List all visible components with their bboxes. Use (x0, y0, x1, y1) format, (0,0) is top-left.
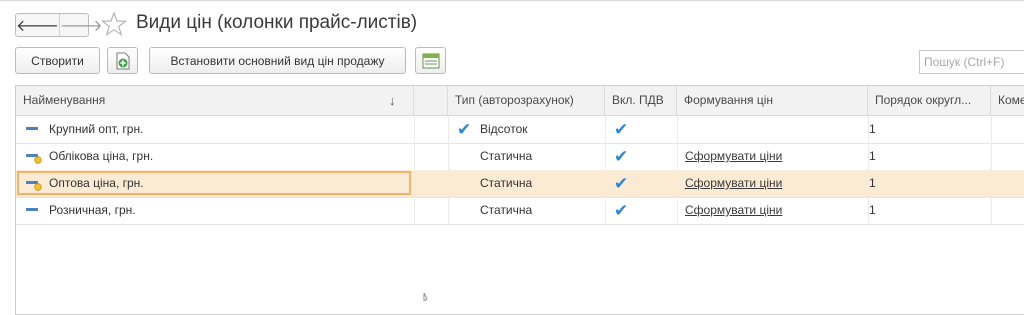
vat-included-check-icon: ✔ (614, 201, 629, 220)
column-divider (677, 197, 678, 224)
copy-add-icon (116, 52, 129, 69)
back-arrow-icon: 🡐 (16, 17, 59, 35)
vat-included-check-icon: ✔ (614, 120, 629, 139)
table-row[interactable]: Оптова ціна, грн. Статична ✔ Сформувати цін… (16, 170, 1024, 198)
price-type-kind: Статична (480, 203, 533, 217)
sort-down-icon: ↓ (389, 93, 396, 108)
column-header-rounding[interactable]: Порядок округл... (868, 86, 991, 115)
top-divider (0, 0, 1024, 1)
vat-included-check-icon: ✔ (614, 174, 629, 193)
set-main-price-type-label: Встановити основний вид цін продажу (170, 53, 385, 68)
table-row[interactable]: Крупний опт, грн. ✔ Відсоток ✔ 1 (16, 116, 1024, 144)
price-type-kind: Відсоток (480, 122, 528, 136)
column-divider (677, 116, 678, 143)
price-type-marked-icon (26, 181, 42, 191)
search-input[interactable] (919, 50, 1024, 74)
column-header-marker (414, 86, 448, 115)
price-type-plain-icon (26, 208, 38, 211)
table-settings-icon (422, 53, 439, 68)
vat-included-check-icon: ✔ (614, 147, 629, 166)
column-divider (414, 143, 415, 170)
table-row[interactable]: Розничная, грн. Статична ✔ Сформувати ціни 1 (16, 197, 1024, 225)
generate-prices-link[interactable]: Сформувати ціни (685, 197, 782, 224)
type-checkmark-icon: ✔ (457, 120, 472, 139)
column-header-name[interactable]: Найменування (16, 86, 414, 115)
navigation-group: 🡐 🡒 (15, 13, 103, 37)
rounding-order-value: 1 (869, 203, 876, 217)
column-divider (605, 197, 606, 224)
price-type-name: Оптова ціна, грн. (49, 176, 144, 190)
copy-button[interactable] (107, 47, 138, 74)
price-type-name: Крупний опт, грн. (49, 122, 144, 136)
price-type-name: Облікова ціна, грн. (49, 149, 154, 163)
price-type-plain-icon (26, 127, 38, 130)
column-header-formation[interactable]: Формування цін (677, 86, 868, 115)
price-list-button[interactable] (415, 47, 446, 74)
column-header-comment[interactable]: Коме (991, 86, 1024, 115)
column-divider (991, 116, 992, 143)
price-type-marked-icon (26, 154, 42, 164)
column-divider (448, 116, 449, 143)
rounding-order-value: 1 (869, 176, 876, 190)
column-divider (991, 197, 992, 224)
rounding-order-value: 1 (869, 122, 876, 136)
price-type-kind: Статична (480, 176, 533, 190)
generate-prices-link[interactable]: Сформувати ціни (685, 170, 782, 197)
price-types-table: Найменування ↓ Тип (авторозрахунок) Вкл.… (15, 85, 1024, 315)
column-divider (448, 143, 449, 170)
column-divider (605, 143, 606, 170)
column-divider (414, 197, 415, 224)
table-header: Найменування ↓ Тип (авторозрахунок) Вкл.… (16, 86, 1024, 116)
table-row[interactable]: Облікова ціна, грн. Статична ✔ Сформувати ц… (16, 143, 1024, 171)
column-divider (605, 116, 606, 143)
create-button-label: Створити (31, 53, 84, 68)
generate-prices-link[interactable]: Сформувати ціни (685, 143, 782, 170)
column-divider (991, 143, 992, 170)
forward-button[interactable]: 🡒 (58, 14, 103, 36)
column-divider (414, 116, 415, 143)
favorite-star-icon[interactable] (101, 11, 127, 37)
price-type-kind: Статична (480, 149, 533, 163)
price-type-name: Розничная, грн. (49, 203, 136, 217)
column-header-type[interactable]: Тип (авторозрахунок) (448, 86, 605, 115)
forward-arrow-icon: 🡒 (59, 17, 103, 35)
column-header-vat[interactable]: Вкл. ПДВ (605, 86, 677, 115)
page-title: Види цін (колонки прайс-листів) (136, 12, 418, 33)
back-button[interactable]: 🡐 (16, 14, 59, 36)
column-divider (677, 143, 678, 170)
create-button[interactable]: Створити (15, 47, 100, 74)
column-divider (448, 197, 449, 224)
rounding-order-value: 1 (869, 149, 876, 163)
set-main-price-type-button[interactable]: Встановити основний вид цін продажу (149, 47, 406, 74)
